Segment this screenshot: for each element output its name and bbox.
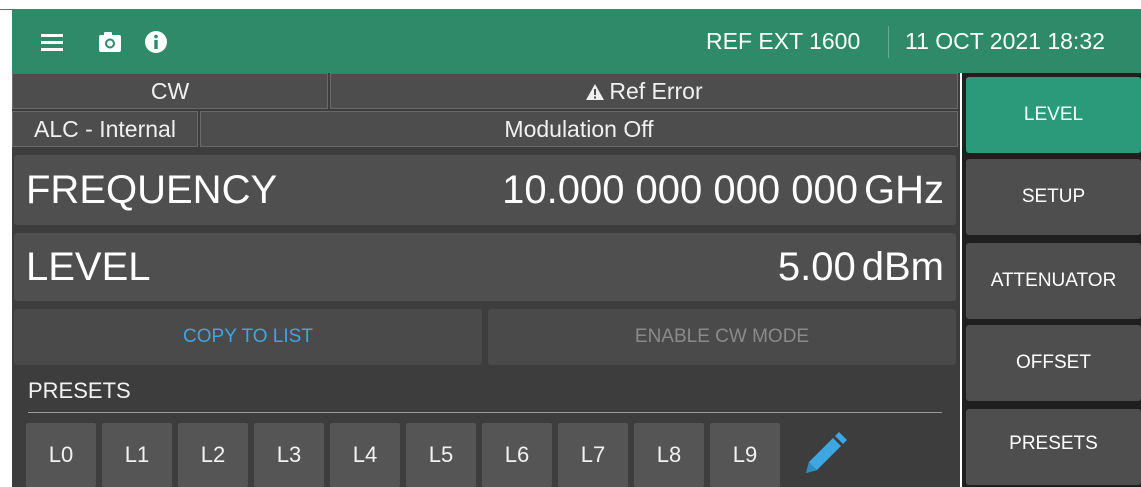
ref-error-status: Ref Error xyxy=(330,73,958,109)
side-menu: LEVEL SETUP ATTENUATOR OFFSET PRESETS xyxy=(962,73,1141,487)
reference-status: REF EXT 1600 xyxy=(706,28,861,54)
frequency-field[interactable]: FREQUENCY 10.000 000 000 000 GHz xyxy=(14,155,956,225)
enable-cw-mode-button[interactable]: ENABLE CW MODE xyxy=(488,309,956,365)
date-time: 11 OCT 2021 18:32 xyxy=(905,28,1105,54)
camera-icon[interactable] xyxy=(96,28,124,56)
side-tab-setup[interactable]: SETUP xyxy=(966,159,1141,235)
menu-icon[interactable] xyxy=(38,28,66,56)
frequency-value: 10.000 000 000 000 xyxy=(502,168,858,212)
modulation-status: Modulation Off xyxy=(200,111,958,147)
level-field[interactable]: LEVEL 5.00 dBm xyxy=(14,233,956,301)
side-tab-offset[interactable]: OFFSET xyxy=(966,325,1141,401)
preset-button-l0[interactable]: L0 xyxy=(26,423,96,487)
presets-title: PRESETS xyxy=(28,378,131,403)
header-divider xyxy=(888,26,889,58)
info-icon[interactable] xyxy=(142,28,170,56)
level-label: LEVEL xyxy=(26,245,151,289)
frequency-unit: GHz xyxy=(864,168,944,212)
side-tab-level[interactable]: LEVEL xyxy=(966,77,1141,153)
copy-to-list-button[interactable]: COPY TO LIST xyxy=(14,309,482,365)
side-tab-attenuator[interactable]: ATTENUATOR xyxy=(966,243,1141,319)
level-value: 5.00 xyxy=(777,245,856,289)
window-top-border xyxy=(0,0,1141,10)
preset-button-l3[interactable]: L3 xyxy=(254,423,324,487)
preset-button-l5[interactable]: L5 xyxy=(406,423,476,487)
preset-button-l9[interactable]: L9 xyxy=(710,423,780,487)
preset-button-l4[interactable]: L4 xyxy=(330,423,400,487)
preset-button-l7[interactable]: L7 xyxy=(558,423,628,487)
main-panel: CW Ref Error ALC - Internal Modulation O… xyxy=(12,73,960,487)
preset-button-l8[interactable]: L8 xyxy=(634,423,704,487)
side-tab-presets[interactable]: PRESETS xyxy=(966,409,1141,485)
preset-button-l1[interactable]: L1 xyxy=(102,423,172,487)
preset-button-l6[interactable]: L6 xyxy=(482,423,552,487)
edit-pencil-icon[interactable] xyxy=(800,431,848,479)
preset-button-l2[interactable]: L2 xyxy=(178,423,248,487)
mode-status: CW xyxy=(12,73,328,109)
presets-divider xyxy=(28,412,942,413)
alc-status: ALC - Internal xyxy=(12,111,198,147)
title-bar: REF EXT 1600 11 OCT 2021 18:32 xyxy=(12,10,1141,73)
level-unit: dBm xyxy=(861,245,944,289)
frequency-label: FREQUENCY xyxy=(26,168,278,212)
ref-error-label: Ref Error xyxy=(609,78,703,104)
warning-icon xyxy=(586,84,605,100)
